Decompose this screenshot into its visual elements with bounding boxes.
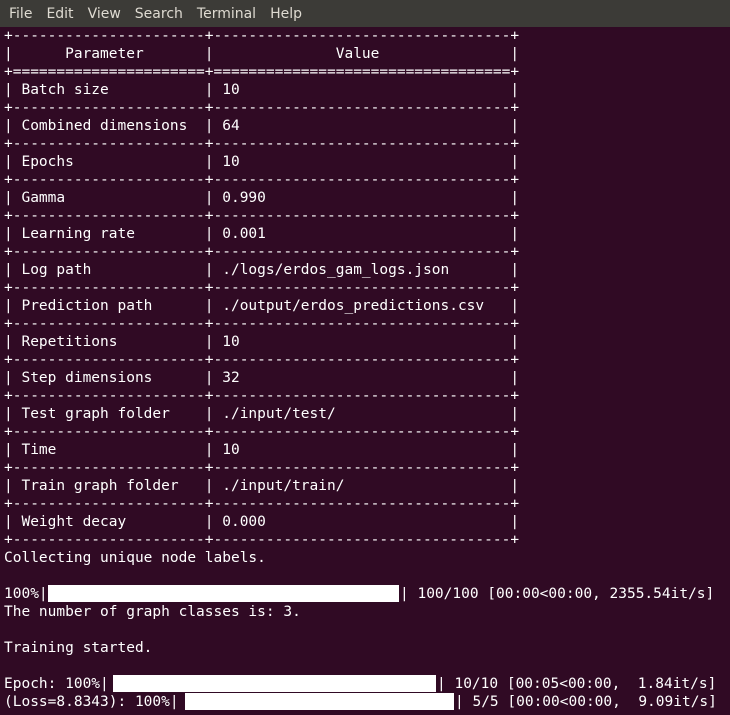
table-header-border: +======================+================… (4, 64, 520, 80)
progress3-prefix: (Loss=8.8343): 100%| (4, 694, 179, 710)
table-row: | Log path | ./logs/erdos_gam_logs.json … (4, 262, 520, 278)
table-border: +----------------------+----------------… (4, 352, 520, 368)
progress3-suffix: | 5/5 [00:00<00:00, 9.09it/s] (455, 694, 717, 710)
table-header: | Parameter | Value | (4, 46, 520, 62)
table-border-top: +----------------------+----------------… (4, 28, 520, 44)
table-row: | Combined dimensions | 64 | (4, 118, 520, 134)
table-border: +----------------------+----------------… (4, 208, 520, 224)
table-border: +----------------------+----------------… (4, 136, 520, 152)
progress1-bar (48, 585, 399, 602)
table-border: +----------------------+----------------… (4, 460, 520, 476)
progress2-bar (113, 675, 436, 692)
table-row: | Time | 10 | (4, 442, 520, 458)
table-border: +----------------------+----------------… (4, 244, 520, 260)
table-border: +----------------------+----------------… (4, 496, 520, 512)
table-row: | Learning rate | 0.001 | (4, 226, 520, 242)
progress1-prefix: 100%| (4, 586, 48, 602)
training-started-text: Training started. (4, 640, 153, 656)
terminal-output[interactable]: +----------------------+----------------… (0, 27, 730, 715)
table-row: | Gamma | 0.990 | (4, 190, 520, 206)
table-border: +----------------------+----------------… (4, 388, 520, 404)
table-row: | Step dimensions | 32 | (4, 370, 520, 386)
table-border-bottom: +----------------------+----------------… (4, 532, 520, 548)
menu-search[interactable]: Search (128, 0, 190, 27)
table-border: +----------------------+----------------… (4, 100, 520, 116)
menu-edit[interactable]: Edit (39, 0, 80, 27)
collecting-labels-text: Collecting unique node labels. (4, 550, 266, 566)
table-row: | Repetitions | 10 | (4, 334, 520, 350)
menu-bar: File Edit View Search Terminal Help (0, 0, 730, 27)
table-border: +----------------------+----------------… (4, 280, 520, 296)
table-row: | Train graph folder | ./input/train/ | (4, 478, 520, 494)
table-border: +----------------------+----------------… (4, 172, 520, 188)
table-row: | Prediction path | ./output/erdos_predi… (4, 298, 520, 314)
table-row: | Batch size | 10 | (4, 82, 520, 98)
menu-help[interactable]: Help (263, 0, 309, 27)
table-border: +----------------------+----------------… (4, 424, 520, 440)
progress2-prefix: Epoch: 100%| (4, 676, 109, 692)
table-row: | Epochs | 10 | (4, 154, 520, 170)
menu-view[interactable]: View (81, 0, 128, 27)
progress1-suffix: | 100/100 [00:00<00:00, 2355.54it/s] (400, 586, 715, 602)
graph-classes-text: The number of graph classes is: 3. (4, 604, 301, 620)
menu-terminal[interactable]: Terminal (190, 0, 263, 27)
progress2-suffix: | 10/10 [00:05<00:00, 1.84it/s] (437, 676, 717, 692)
table-row: | Test graph folder | ./input/test/ | (4, 406, 520, 422)
table-border: +----------------------+----------------… (4, 316, 520, 332)
menu-file[interactable]: File (2, 0, 39, 27)
table-row: | Weight decay | 0.000 | (4, 514, 520, 530)
progress3-bar (185, 693, 454, 710)
